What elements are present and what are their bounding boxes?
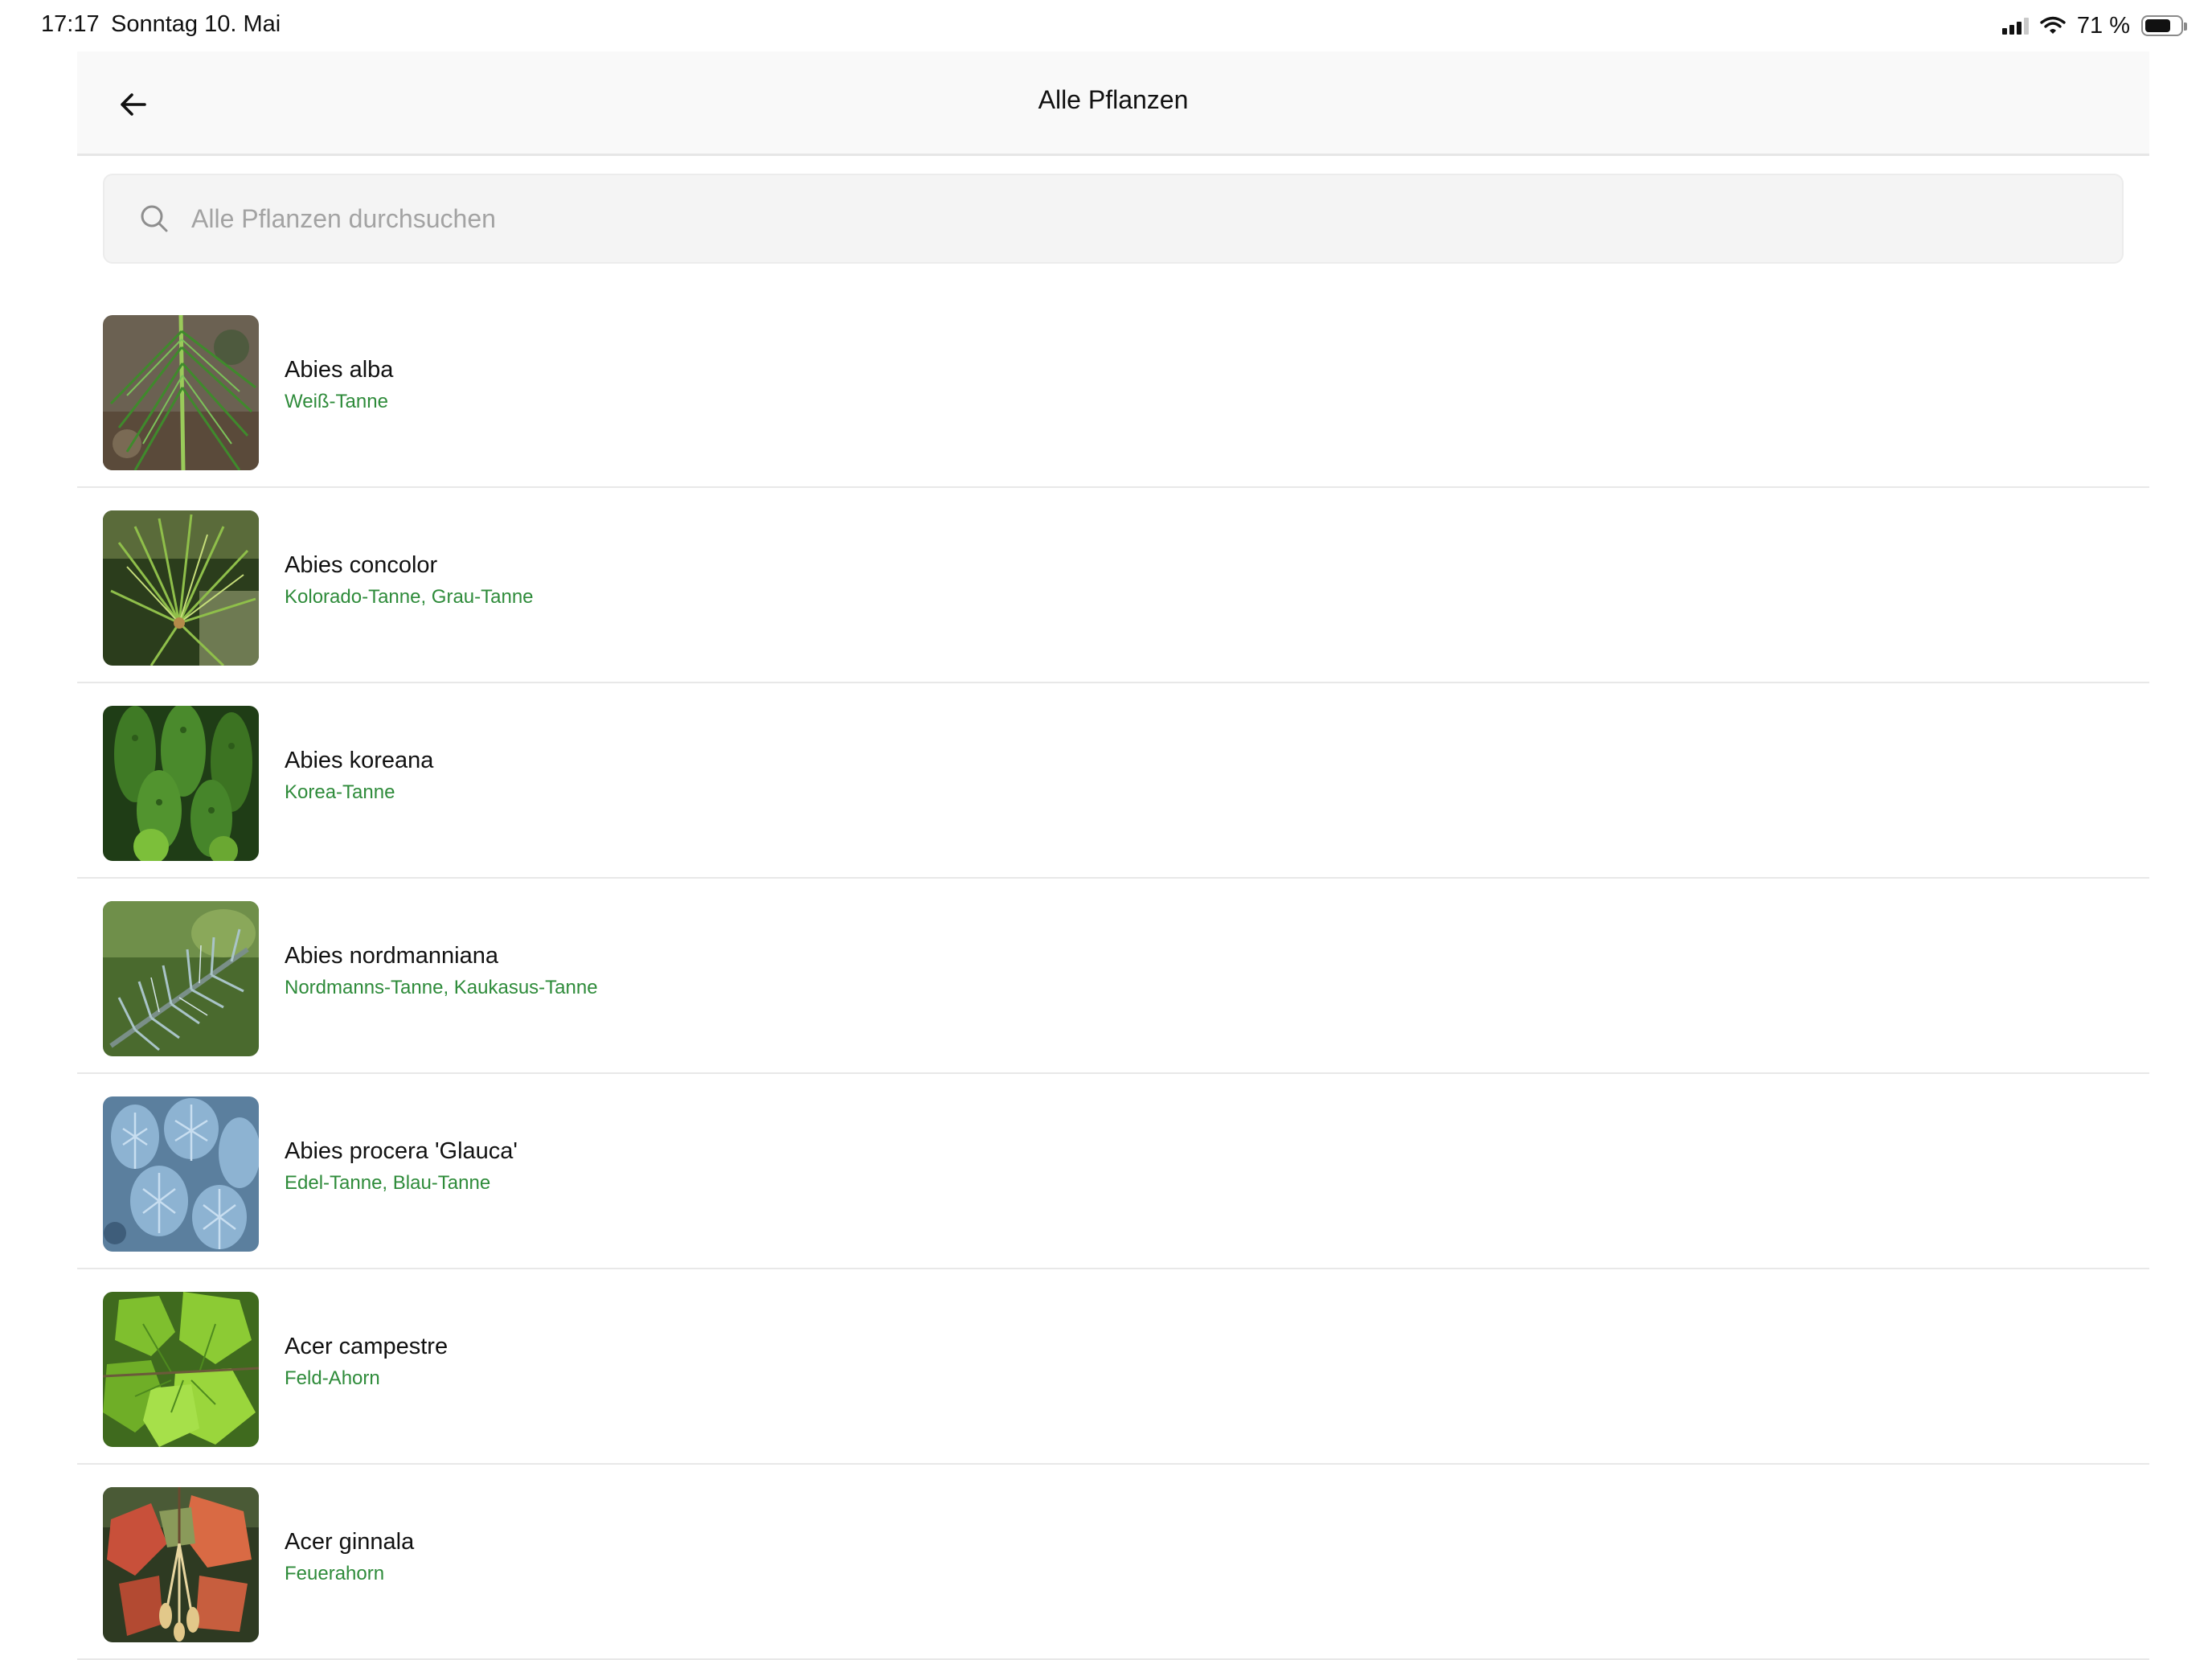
plant-thumbnail	[103, 901, 259, 1056]
plant-scientific-name: Abies koreana	[285, 748, 434, 773]
navigation-bar: Alle Pflanzen	[77, 51, 2149, 156]
status-bar: 17:17 Sonntag 10. Mai 71 %	[0, 0, 2212, 51]
search-input[interactable]	[190, 203, 2038, 235]
cellular-signal-icon	[2001, 17, 2029, 35]
plant-thumbnail	[103, 315, 259, 470]
plant-thumbnail	[103, 706, 259, 861]
plant-thumbnail	[103, 1096, 259, 1252]
battery-percentage: 71 %	[2076, 12, 2130, 39]
plant-scientific-name: Abies concolor	[285, 552, 438, 578]
plant-common-name: Edel-Tanne, Blau-Tanne	[285, 1172, 491, 1194]
battery-icon	[2141, 15, 2187, 36]
plant-list-item[interactable]: Acer ginnala Feuerahorn	[77, 1465, 2149, 1660]
plant-common-name: Kolorado-Tanne, Grau-Tanne	[285, 586, 534, 608]
page-title: Alle Pflanzen	[1038, 85, 1189, 114]
status-time: 17:17	[41, 11, 100, 37]
search-bar[interactable]	[103, 174, 2124, 264]
plant-common-name: Feld-Ahorn	[285, 1367, 380, 1389]
plant-scientific-name: Abies nordmanniana	[285, 943, 499, 969]
plant-list: Abies alba Weiß-Tanne Abies concolor Kol…	[77, 293, 2149, 1660]
plant-list-item[interactable]: Abies procera 'Glauca' Edel-Tanne, Blau-…	[77, 1074, 2149, 1269]
plant-list-item[interactable]: Abies alba Weiß-Tanne	[77, 293, 2149, 488]
plant-common-name: Feuerahorn	[285, 1563, 385, 1584]
plant-list-item[interactable]: Abies concolor Kolorado-Tanne, Grau-Tann…	[77, 488, 2149, 683]
plant-list-item[interactable]: Abies nordmanniana Nordmanns-Tanne, Kauk…	[77, 879, 2149, 1074]
plant-scientific-name: Acer ginnala	[285, 1529, 415, 1555]
plant-scientific-name: Abies alba	[285, 357, 394, 383]
search-icon	[138, 203, 170, 235]
plant-scientific-name: Abies procera 'Glauca'	[285, 1138, 518, 1164]
plant-thumbnail	[103, 1292, 259, 1447]
plant-common-name: Korea-Tanne	[285, 781, 395, 803]
plant-list-item[interactable]: Abies koreana Korea-Tanne	[77, 683, 2149, 879]
plants-panel: Alle Pflanzen Alle Pflanzen durchsuchen …	[77, 51, 2149, 1660]
status-indicators: 71 %	[2001, 10, 2187, 42]
plant-common-name: Weiß-Tanne	[285, 391, 388, 412]
plant-thumbnail	[103, 510, 259, 666]
plant-common-name: Nordmanns-Tanne, Kaukasus-Tanne	[285, 977, 598, 998]
plant-scientific-name: Acer campestre	[285, 1334, 449, 1359]
plant-thumbnail	[103, 1487, 259, 1642]
wifi-icon	[2040, 16, 2066, 34]
status-date: Sonntag 10. Mai	[111, 11, 281, 37]
plant-list-item[interactable]: Acer campestre Feld-Ahorn	[77, 1269, 2149, 1465]
